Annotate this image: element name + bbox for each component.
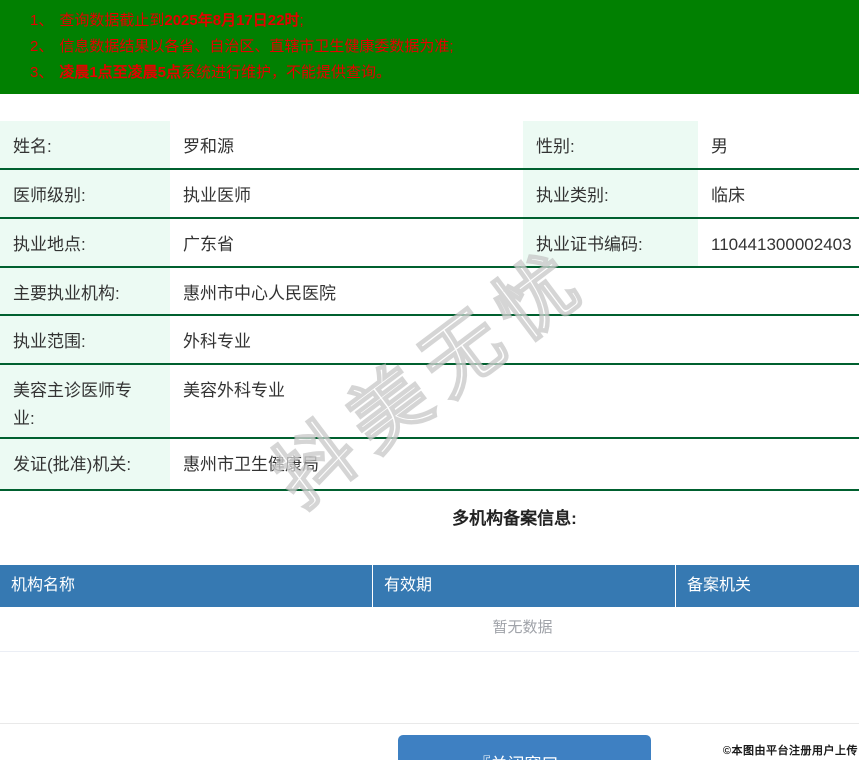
registration-column-header: 机构名称 xyxy=(11,577,76,594)
info-label: 美容主诊医师专业: xyxy=(0,365,170,437)
upload-note: ©本图由平台注册用户上传 xyxy=(722,745,858,757)
doctor-info-table: 姓名: 罗和源 性别: 男医师级别: 执业医师 执业类别: 临床执业地点: 广东省 执业证书编码… xyxy=(0,121,859,491)
info-value: 广东省 xyxy=(183,235,234,254)
info-row: 美容主诊医师专业: 美容外科专业 xyxy=(0,365,859,439)
notice-number: 2、 xyxy=(30,38,54,55)
info-label: 性别: xyxy=(523,121,698,168)
notice-text-bold: 2025年8月17日22时 xyxy=(164,12,300,29)
registration-column-header: 备案机关 xyxy=(675,565,859,607)
registration-column-header: 有效期 xyxy=(372,565,675,607)
info-value: 惠州市卫生健康局 xyxy=(183,455,319,474)
registration-table-header: 机构名称 有效期 备案机关 xyxy=(0,565,859,607)
info-value: 男 xyxy=(711,137,728,156)
practitioner-query-result-page: 1、 查询数据截止到2025年8月17日22时; 2、 信息数据结果以各省、自治区、直… xyxy=(0,0,859,760)
notice-line: 1、 查询数据截止到2025年8月17日22时; xyxy=(30,8,859,34)
info-row: 主要执业机构: 惠州市中心人民医院 xyxy=(0,268,859,316)
info-value: 110441300002403 xyxy=(711,235,852,254)
info-label: 执业地点: xyxy=(0,219,170,266)
notice-text-bold: 凌晨1点至凌晨5点 xyxy=(59,64,182,81)
notice-number: 1、 xyxy=(30,12,54,29)
info-label: 执业证书编码: xyxy=(523,219,698,266)
notice-text: ; xyxy=(299,12,304,29)
info-value: 外科专业 xyxy=(183,332,251,351)
notice-banner: 1、 查询数据截止到2025年8月17日22时; 2、 信息数据结果以各省、自治区、直… xyxy=(0,0,859,94)
info-row: 执业地点: 广东省 执业证书编码: 110441300002403 xyxy=(0,219,859,268)
close-window-button[interactable]: 『关闭窗口』 xyxy=(398,735,651,760)
info-label: 发证(批准)机关: xyxy=(0,439,170,489)
info-label: 医师级别: xyxy=(0,170,170,217)
footer-divider xyxy=(0,723,859,724)
notice-line: 2、 信息数据结果以各省、自治区、直辖市卫生健康委数据为准; xyxy=(30,34,859,60)
info-value: 执业医师 xyxy=(183,186,251,205)
info-value: 惠州市中心人民医院 xyxy=(183,284,336,303)
info-label: 主要执业机构: xyxy=(0,268,170,314)
info-value: 临床 xyxy=(711,186,745,205)
notice-line: 3、 凌晨1点至凌晨5点系统进行维护，不能提供查询。 xyxy=(30,60,859,86)
info-label: 执业类别: xyxy=(523,170,698,217)
info-row: 医师级别: 执业医师 执业类别: 临床 xyxy=(0,170,859,219)
info-row: 姓名: 罗和源 性别: 男 xyxy=(0,121,859,170)
registration-empty-row: 暂无数据 xyxy=(0,607,859,652)
info-label: 执业范围: xyxy=(0,316,170,363)
info-row: 发证(批准)机关: 惠州市卫生健康局 xyxy=(0,439,859,491)
info-label: 姓名: xyxy=(0,121,170,168)
info-value: 美容外科专业 xyxy=(183,381,285,400)
info-value: 罗和源 xyxy=(183,137,234,156)
info-row: 执业范围: 外科专业 xyxy=(0,316,859,365)
multi-org-section-title: 多机构备案信息: xyxy=(452,509,577,528)
notice-number: 3、 xyxy=(30,64,54,81)
notice-text: 信息数据结果以各省、自治区、直辖市卫生健康委数据为准; xyxy=(59,38,454,55)
notice-text: 系统进行维护，不能提供查询。 xyxy=(181,64,392,81)
notice-text: 查询数据截止到 xyxy=(59,12,165,29)
